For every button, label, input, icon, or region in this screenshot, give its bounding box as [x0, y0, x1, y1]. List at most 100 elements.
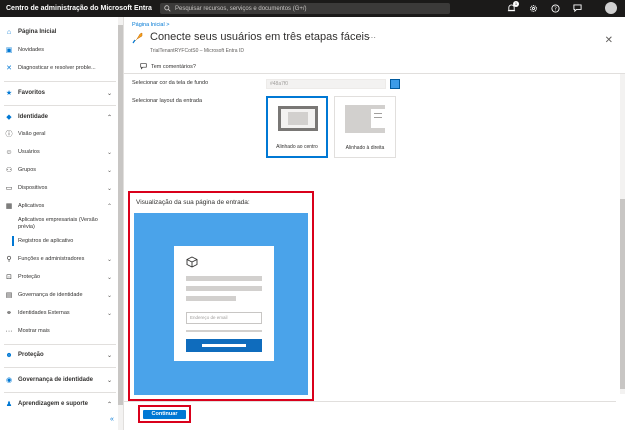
rocket-icon — [132, 32, 144, 46]
user-icon: ☺ — [5, 148, 13, 156]
gear-icon[interactable] — [527, 2, 539, 14]
chevron-down-icon: ⌄ — [106, 292, 112, 299]
chevron-down-icon: ⌄ — [106, 310, 112, 317]
divider — [4, 392, 116, 393]
feedback-icon[interactable] — [571, 2, 583, 14]
layout-center-option[interactable]: Alinhado ao centro — [266, 96, 328, 158]
governance-icon: ◉ — [5, 377, 13, 384]
chevron-down-icon: ⌄ — [106, 149, 112, 156]
layout-right-label: Alinhado à direita — [345, 145, 385, 151]
layout-right-option[interactable]: Alinhado à direita — [334, 96, 396, 158]
sidebar-item-roles[interactable]: ⚲ Funções e administradores ⌄ — [0, 252, 118, 266]
search-icon — [164, 5, 171, 12]
sidebar-item-external[interactable]: ⚭ Identidades Externas ⌄ — [0, 306, 118, 320]
svg-text:?: ? — [553, 6, 556, 12]
divider — [4, 105, 116, 106]
sidebar-item-diagnose[interactable]: ✕ Diagnosticar e resolver proble... — [0, 61, 118, 75]
sidebar-item-enterprise-apps[interactable]: Aplicativos empresariais (Versão prévia) — [0, 216, 118, 232]
signin-card-preview: Endereço de email — [174, 246, 274, 361]
chevron-up-icon: ⌃ — [106, 401, 112, 408]
package-icon — [186, 256, 198, 270]
apps-icon: ▦ — [5, 203, 13, 210]
learning-icon: ♟ — [5, 401, 13, 408]
sidebar-scroll-thumb[interactable] — [118, 25, 123, 405]
chevron-up-icon: ⌃ — [106, 114, 112, 121]
sidebar-item-home[interactable]: ⌂ Página Inicial — [0, 25, 118, 39]
bg-color-field[interactable]: #48a7f0 — [266, 79, 386, 89]
more-icon: ··· — [5, 327, 13, 335]
preview-highlight: Visualização da sua página de entrada: E… — [128, 191, 314, 401]
roles-icon: ⚲ — [6, 256, 12, 263]
sidebar: ⌂ Página Inicial ▣ Novidades ✕ Diagnosti… — [0, 17, 124, 430]
divider — [4, 367, 116, 368]
external-icon: ⚭ — [6, 310, 12, 317]
whats-new-icon: ▣ — [5, 47, 13, 54]
layout-center-label: Alinhado ao centro — [276, 144, 318, 150]
close-icon[interactable]: ✕ — [605, 35, 613, 46]
continue-highlight: Continuar — [138, 405, 191, 423]
sidebar-item-identity[interactable]: ◆ Identidade ⌃ — [0, 110, 118, 124]
diagnose-icon: ✕ — [6, 65, 12, 72]
protection-icon: ☻ — [5, 351, 13, 359]
preview-background: Endereço de email — [134, 213, 308, 395]
sidebar-item-devices[interactable]: ▭ Dispositivos ⌄ — [0, 181, 118, 195]
signin-button-preview — [186, 339, 262, 352]
sidebar-scrollbar[interactable] — [118, 17, 123, 430]
group-icon: ⚇ — [5, 167, 13, 174]
sidebar-item-groups[interactable]: ⚇ Grupos ⌄ — [0, 163, 118, 177]
layout-label: Selecionar layout da entrada — [132, 98, 203, 104]
sidebar-item-protection[interactable]: ⊡ Proteção ⌄ — [0, 270, 118, 284]
main-scrollbar[interactable] — [620, 74, 625, 394]
sidebar-item-users[interactable]: ☺ Usuários ⌄ — [0, 145, 118, 159]
chevron-down-icon: ⌄ — [106, 352, 112, 359]
sidebar-item-protection-section[interactable]: ☻ Proteção ⌄ — [0, 348, 118, 362]
star-icon: ★ — [5, 90, 13, 97]
placeholder-bar — [186, 276, 262, 281]
sidebar-item-learning[interactable]: ♟ Aprendizagem e suporte ⌃ — [0, 397, 118, 411]
chevron-up-icon: ⌃ — [106, 203, 112, 210]
top-icons: 1 ? — [505, 1, 617, 14]
chevron-down-icon: ⌄ — [106, 90, 112, 97]
color-picker-swatch[interactable] — [390, 79, 400, 89]
footer-divider — [124, 401, 616, 402]
bell-icon[interactable]: 1 — [505, 1, 519, 14]
sidebar-item-show-more[interactable]: ··· Mostrar mais — [0, 324, 118, 338]
sidebar-item-favorites[interactable]: ★ Favoritos ⌄ — [0, 86, 118, 100]
sidebar-item-app-registrations[interactable]: Registros de aplicativo — [0, 234, 118, 248]
divider — [4, 344, 116, 345]
page-title: Conecte seus usuários em três etapas fác… — [150, 31, 370, 43]
chevron-down-icon: ⌄ — [106, 167, 112, 174]
search-placeholder: Pesquisar recursos, serviços e documento… — [175, 5, 307, 12]
chevron-down-icon: ⌄ — [106, 377, 112, 384]
placeholder-bar — [186, 286, 262, 291]
more-options-button[interactable]: ··· — [368, 33, 376, 42]
search-box[interactable]: Pesquisar recursos, serviços e documento… — [160, 3, 450, 14]
chevron-down-icon: ⌄ — [106, 185, 112, 192]
chevron-down-icon: ⌄ — [106, 274, 112, 281]
continue-button[interactable]: Continuar — [143, 410, 186, 419]
content-area: Selecionar cor da tela de fundo #48a7f0 … — [124, 74, 616, 430]
sidebar-item-apps[interactable]: ▦ Aplicativos ⌃ — [0, 199, 118, 213]
help-icon[interactable]: ? — [549, 2, 561, 14]
chevron-down-icon: ⌄ — [106, 256, 112, 263]
email-field: Endereço de email — [186, 312, 262, 324]
sidebar-item-governance[interactable]: ▤ Governança de identidade ⌄ — [0, 288, 118, 302]
breadcrumb[interactable]: Página Inicial > — [132, 22, 169, 28]
lock-icon: ⊡ — [6, 274, 12, 281]
preview-title: Visualização da sua página de entrada: — [136, 199, 250, 206]
home-icon: ⌂ — [6, 28, 12, 36]
main-panel: Página Inicial > Conecte seus usuários e… — [124, 17, 625, 430]
top-bar: Centro de administração do Microsoft Ent… — [0, 0, 625, 17]
avatar[interactable] — [605, 2, 617, 14]
collapse-sidebar-button[interactable]: « — [110, 416, 114, 423]
sidebar-item-whats-new[interactable]: ▣ Novidades — [0, 43, 118, 57]
governance-icon: ▤ — [5, 292, 13, 299]
sidebar-item-governance-section[interactable]: ◉ Governança de identidade ⌄ — [0, 373, 118, 387]
placeholder-bar — [186, 296, 236, 301]
placeholder-line — [186, 330, 262, 332]
main-scroll-thumb[interactable] — [620, 199, 625, 389]
feedback-link[interactable]: Tem comentários? — [140, 63, 196, 70]
devices-icon: ▭ — [5, 185, 13, 192]
bg-color-label: Selecionar cor da tela de fundo — [132, 80, 209, 86]
sidebar-item-overview[interactable]: ⓘ Visão geral — [0, 127, 118, 141]
